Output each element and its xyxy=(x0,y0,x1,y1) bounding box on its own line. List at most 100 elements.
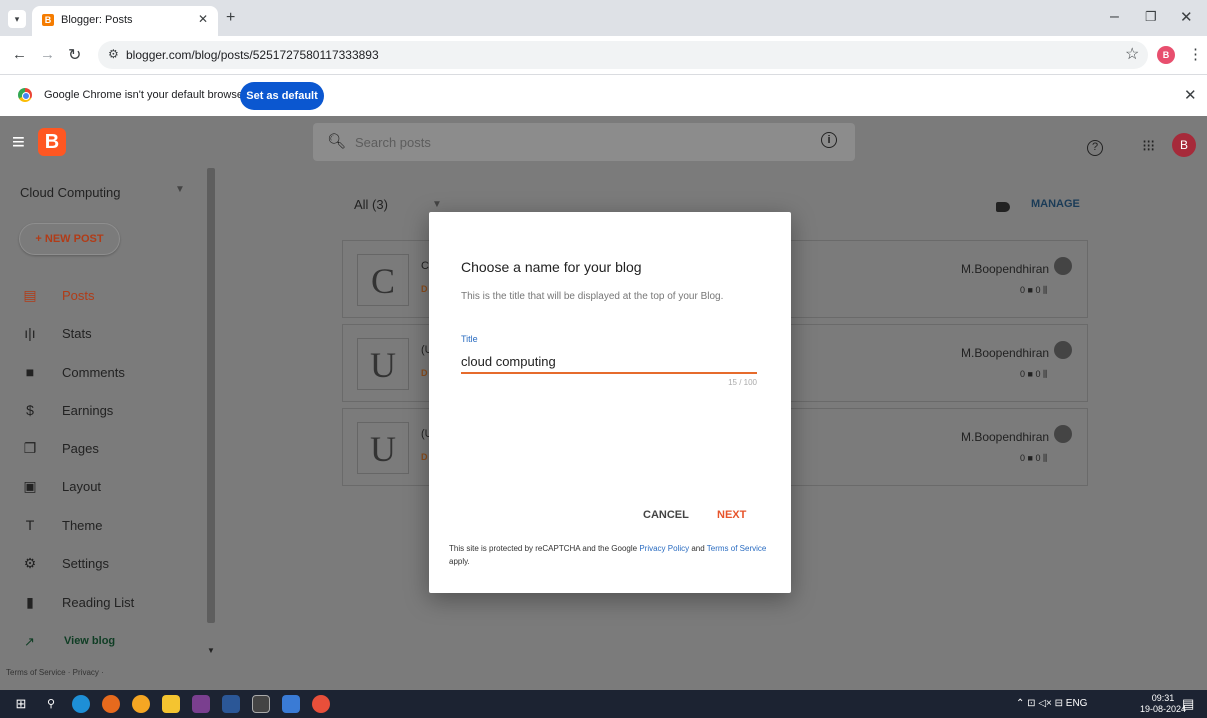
restore-icon[interactable]: ❐ xyxy=(1145,9,1157,25)
scroll-thumb[interactable] xyxy=(207,168,215,623)
infobar-close-icon[interactable]: ✕ xyxy=(1184,86,1197,104)
sidebar-item-label: Posts xyxy=(62,288,95,303)
chevron-down-icon[interactable]: ▼ xyxy=(175,184,185,195)
post-stats: 0 ■ 0 ⫼ xyxy=(1020,369,1048,379)
file-explorer-icon[interactable] xyxy=(162,695,180,713)
choose-blog-name-dialog: Choose a name for your blog This is the … xyxy=(429,212,791,593)
sidebar-item-label: Pages xyxy=(62,441,99,456)
taskbar-search-icon[interactable]: ⚲ xyxy=(42,695,60,713)
infobar-message: Google Chrome isn't your default browser xyxy=(44,89,247,101)
taskbar-app-icon[interactable] xyxy=(222,695,240,713)
post-title[interactable]: C xyxy=(421,260,429,272)
post-author: M.Boopendhiran xyxy=(961,430,1050,444)
chevron-down-icon[interactable]: ▼ xyxy=(432,199,442,210)
edge-icon[interactable] xyxy=(72,695,90,713)
pages-icon: ❐ xyxy=(23,440,37,456)
info-icon[interactable]: i xyxy=(821,132,837,148)
open-external-icon: ↗ xyxy=(24,634,35,649)
tab-close-icon[interactable]: ✕ xyxy=(198,12,208,26)
sidebar-item-label: Reading List xyxy=(62,595,135,610)
layout-icon: ▣ xyxy=(23,478,37,494)
default-browser-infobar: Google Chrome isn't your default browser… xyxy=(0,74,1207,116)
menu-icon[interactable]: ≡ xyxy=(12,129,25,155)
posts-icon: ▤ xyxy=(23,287,37,303)
forward-icon[interactable]: → xyxy=(40,46,55,63)
blog-title-input[interactable] xyxy=(461,350,757,374)
sidebar-item-settings[interactable]: ⚙ Settings xyxy=(0,545,205,583)
address-bar[interactable]: ⚙ blogger.com/blog/posts/525172758011733… xyxy=(98,41,1148,69)
sidebar-item-stats[interactable]: ı|ı Stats xyxy=(0,315,205,353)
minimize-icon[interactable]: – xyxy=(1110,8,1119,26)
character-counter: 15 / 100 xyxy=(728,378,757,387)
post-filter-select[interactable]: All (3) xyxy=(354,197,388,212)
sidebar-item-posts[interactable]: ▤ Posts xyxy=(0,277,205,315)
post-thumbnail: U xyxy=(357,338,409,390)
blogger-logo[interactable]: B xyxy=(38,128,66,156)
tab-title: Blogger: Posts xyxy=(61,14,133,26)
blogger-header: ≡ B 🔍︎ Search posts i ? ⁝⁝⁝ B xyxy=(0,116,1207,168)
tab-search-chevron-icon[interactable]: ▾ xyxy=(8,10,26,28)
cancel-button[interactable]: CANCEL xyxy=(643,509,689,521)
author-avatar xyxy=(1054,257,1072,275)
sidebar-item-pages[interactable]: ❐ Pages xyxy=(0,430,205,468)
privacy-policy-link[interactable]: Privacy Policy xyxy=(639,544,689,553)
chrome-profile-taskbar-icon[interactable] xyxy=(312,695,330,713)
sidebar-item-label: Stats xyxy=(62,326,92,341)
new-post-button[interactable]: + NEW POST xyxy=(19,223,120,255)
post-thumbnail: U xyxy=(357,422,409,474)
blog-selector[interactable]: Cloud Computing xyxy=(20,185,120,200)
chrome-taskbar-icon[interactable] xyxy=(132,695,150,713)
manage-button[interactable]: MANAGE xyxy=(1031,198,1080,210)
sidebar-item-reading-list[interactable]: ▮ Reading List xyxy=(0,584,205,622)
post-author: M.Boopendhiran xyxy=(961,262,1050,276)
windows-taskbar: ⊞ ⚲ ⌃ ⊡ ◁× ⊟ ENG 09:31 19-08-2024 ▤ xyxy=(0,690,1207,718)
chrome-menu-icon[interactable]: ⋮ xyxy=(1188,45,1203,63)
post-status: D xyxy=(421,368,428,378)
sidebar-item-layout[interactable]: ▣ Layout xyxy=(0,468,205,506)
photos-icon[interactable] xyxy=(282,695,300,713)
winrar-icon[interactable] xyxy=(192,695,210,713)
browser-tab[interactable]: B Blogger: Posts ✕ xyxy=(32,6,218,36)
search-icon: 🔍︎ xyxy=(327,133,347,150)
language-indicator[interactable]: ENG xyxy=(1066,698,1088,709)
firefox-icon[interactable] xyxy=(102,695,120,713)
new-tab-icon[interactable]: + xyxy=(226,9,235,27)
help-icon[interactable]: ? xyxy=(1087,140,1103,156)
notification-icon[interactable]: ▤ xyxy=(1182,696,1194,712)
sidebar-item-label: Theme xyxy=(62,518,103,533)
view-blog-link[interactable]: ↗ View blog xyxy=(0,626,205,656)
system-tray[interactable]: ⌃ ⊡ ◁× ⊟ ENG xyxy=(1016,698,1087,709)
chrome-profile-avatar[interactable]: B xyxy=(1157,46,1175,64)
apps-grid-icon[interactable]: ⁝⁝⁝ xyxy=(1142,136,1155,156)
url-text[interactable]: blogger.com/blog/posts/52517275801173338… xyxy=(126,48,379,62)
blogger-favicon-icon: B xyxy=(42,14,54,26)
windows-start-icon[interactable]: ⊞ xyxy=(12,695,30,713)
sidebar-item-label: Earnings xyxy=(62,403,114,418)
sidebar-item-comments[interactable]: ■ Comments xyxy=(0,354,205,392)
next-button[interactable]: NEXT xyxy=(717,509,746,521)
account-avatar[interactable]: B xyxy=(1172,133,1196,157)
title-field-label: Title xyxy=(461,334,478,344)
back-icon[interactable]: ← xyxy=(12,46,27,63)
scroll-down-icon[interactable]: ▼ xyxy=(207,646,215,655)
terms-privacy-links[interactable]: Terms of Service · Privacy · xyxy=(6,668,104,677)
search-posts-box[interactable]: 🔍︎ Search posts i xyxy=(313,123,855,161)
search-placeholder[interactable]: Search posts xyxy=(355,135,431,150)
recaptcha-notice: This site is protected by reCAPTCHA and … xyxy=(449,542,777,568)
bookmark-star-icon[interactable]: ☆ xyxy=(1125,44,1139,64)
site-info-icon[interactable]: ⚙ xyxy=(108,47,119,61)
sidebar-scrollbar[interactable]: ▼ xyxy=(205,168,217,690)
clock[interactable]: 09:31 19-08-2024 xyxy=(1140,693,1186,715)
recaptcha-text: This site is protected by reCAPTCHA and … xyxy=(449,544,640,553)
window-close-icon[interactable]: ✕ xyxy=(1180,8,1193,26)
reload-icon[interactable]: ↻ xyxy=(68,45,81,65)
theme-icon: T xyxy=(25,517,35,533)
post-status: D xyxy=(421,452,428,462)
terms-of-service-link[interactable]: Terms of Service xyxy=(707,544,767,553)
set-as-default-button[interactable]: Set as default xyxy=(240,82,324,110)
sidebar-item-earnings[interactable]: $ Earnings xyxy=(0,392,205,430)
notepad-icon[interactable] xyxy=(252,695,270,713)
sidebar-item-theme[interactable]: T Theme xyxy=(0,507,205,545)
tray-icons[interactable]: ⌃ ⊡ ◁× ⊟ xyxy=(1016,698,1066,709)
settings-icon: ⚙ xyxy=(23,555,37,571)
